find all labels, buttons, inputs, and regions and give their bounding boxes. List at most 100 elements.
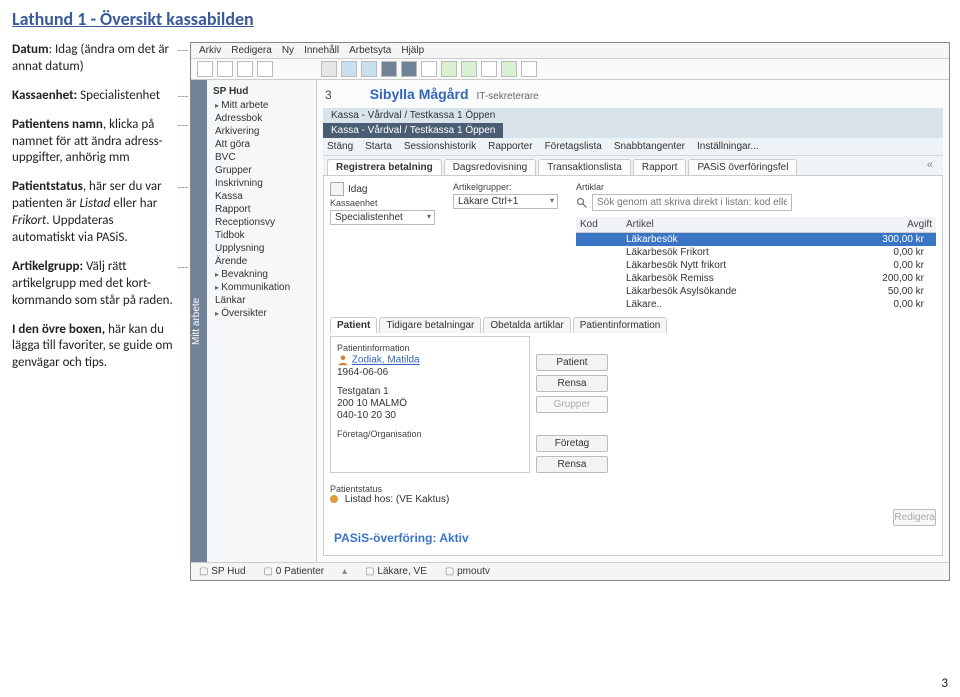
sub-stang[interactable]: Stäng (327, 141, 353, 152)
table-row[interactable]: Läkarbesök300,00 kr (576, 233, 936, 247)
tb-icon-13[interactable] (481, 61, 497, 77)
mitt-arbete-strip[interactable]: Mitt arbete (191, 80, 207, 562)
sidebar-item[interactable]: Inskrivning (209, 177, 314, 190)
btn-grupper[interactable]: Grupper (536, 396, 608, 413)
artiklar-table: Kod Artikel Avgift Läkarbesök300,00 krLä… (576, 217, 936, 311)
col-kod[interactable]: Kod (576, 217, 622, 233)
btn-redigera[interactable]: Redigera (893, 509, 936, 526)
tb-icon-3[interactable] (237, 61, 253, 77)
artiklar-search[interactable] (592, 194, 792, 211)
search-icon (576, 197, 588, 209)
note-kassaenhet: Kassaenhet: Specialistenhet (12, 88, 178, 105)
tb-icon-8[interactable] (381, 61, 397, 77)
patient-name[interactable]: Sibylla Mågård (370, 86, 469, 102)
worktab-1[interactable]: Kassa - Vårdval / Testkassa 1 Öppen (323, 108, 503, 123)
menu-ny[interactable]: Ny (282, 45, 294, 56)
table-row[interactable]: Läkarbesök Remiss200,00 kr (576, 272, 936, 285)
kassaenhet-select[interactable]: Specialistenhet (330, 210, 435, 225)
menu-arkiv[interactable]: Arkiv (199, 45, 221, 56)
sidebar-item[interactable]: Grupper (209, 164, 314, 177)
sidebar-item[interactable]: Receptionsvy (209, 216, 314, 229)
col-avgift[interactable]: Avgift (833, 217, 936, 233)
menu-arbetsyta[interactable]: Arbetsyta (349, 45, 391, 56)
subtab-dagsredovisning[interactable]: Dagsredovisning (444, 159, 537, 175)
collapse-icon[interactable]: « (927, 159, 939, 175)
table-row[interactable]: Läkarbesök Frikort0,00 kr (576, 246, 936, 259)
table-row[interactable]: Läkarbesök Asylsökande50,00 kr (576, 285, 936, 298)
sidebar-item[interactable]: Ärende (209, 255, 314, 268)
ptab-patient[interactable]: Patient (330, 317, 377, 333)
tb-icon-4[interactable] (257, 61, 273, 77)
sidebar-item[interactable]: Arkivering (209, 125, 314, 138)
sidebar-item[interactable]: Adressbok (209, 112, 314, 125)
tb-icon-15[interactable] (521, 61, 537, 77)
ptab-patientinfo[interactable]: Patientinformation (573, 317, 668, 333)
sidebar-item[interactable]: Att göra (209, 138, 314, 151)
menu-innehall[interactable]: Innehåll (304, 45, 339, 56)
menu-hjalp[interactable]: Hjälp (401, 45, 424, 56)
subtab-transaktionslista[interactable]: Transaktionslista (538, 159, 631, 175)
sub-snabbtangenter[interactable]: Snabbtangenter (614, 141, 685, 152)
artikelgrupper-label: Artikelgrupper: (453, 182, 558, 192)
tb-icon-6[interactable] (341, 61, 357, 77)
sub-installningar[interactable]: Inställningar... (697, 141, 759, 152)
ptab-obetalda[interactable]: Obetalda artiklar (483, 317, 570, 333)
sidebar-item[interactable]: Länkar (209, 294, 314, 307)
tb-icon-12[interactable] (461, 61, 477, 77)
sidebar-item[interactable]: Bevakning (209, 268, 314, 281)
tb-icon-10[interactable] (421, 61, 437, 77)
patient-phone: 040-10 20 30 (337, 410, 523, 421)
sidebar: SP Hud Mitt arbeteAdressbokArkiveringAtt… (207, 80, 317, 562)
tb-icon-11[interactable] (441, 61, 457, 77)
patient-addr1: Testgatan 1 (337, 386, 523, 397)
tb-icon-2[interactable] (217, 61, 233, 77)
sidebar-item[interactable]: Kassa (209, 190, 314, 203)
sidebar-item[interactable]: Rapport (209, 203, 314, 216)
sidebar-item[interactable]: Tidbok (209, 229, 314, 242)
status-dot-icon (330, 495, 338, 503)
person-icon (337, 354, 349, 366)
sub-sessionshistorik[interactable]: Sessionshistorik (404, 141, 476, 152)
tb-icon-14[interactable] (501, 61, 517, 77)
table-row[interactable]: Läkarbesök Nytt frikort0,00 kr (576, 259, 936, 272)
sidebar-item[interactable]: Kommunikation (209, 281, 314, 294)
patientinfo-box: Patientinformation Zodiak, Matilda 1964-… (330, 336, 530, 473)
btn-patient[interactable]: Patient (536, 354, 608, 371)
sidebar-item[interactable]: Upplysning (209, 242, 314, 255)
sub-rapporter[interactable]: Rapporter (488, 141, 532, 152)
patientstatus-label: Patientstatus (330, 484, 936, 494)
pinfo-head: Patientinformation (337, 343, 523, 353)
sub-starta[interactable]: Starta (365, 141, 392, 152)
status-patienter: 0 Patienter (264, 566, 325, 577)
sidebar-item[interactable]: BVC (209, 151, 314, 164)
calendar-icon[interactable] (330, 182, 344, 196)
subtab-pasisfel[interactable]: PASiS överföringsfel (688, 159, 797, 175)
statusbar: SP Hud 0 Patienter ▴ Läkare, VE pmoutv (191, 562, 949, 580)
table-row[interactable]: Läkare..0,00 kr (576, 298, 936, 311)
patient-link[interactable]: Zodiak, Matilda (352, 355, 420, 366)
sidebar-item[interactable]: Översikter (209, 307, 314, 320)
tb-icon-9[interactable] (401, 61, 417, 77)
note-patientnamn: Patientens namn, klicka på namnet för at… (12, 117, 178, 168)
sidebar-item[interactable]: Mitt arbete (209, 99, 314, 112)
ptab-tidigare[interactable]: Tidigare betalningar (379, 317, 481, 333)
work-tabs: Kassa - Vårdval / Testkassa 1 Öppen Kass… (323, 108, 943, 138)
menubar: Arkiv Redigera Ny Innehåll Arbetsyta Hjä… (191, 43, 949, 59)
tb-icon-7[interactable] (361, 61, 377, 77)
tb-icon-1[interactable] (197, 61, 213, 77)
col-artikel[interactable]: Artikel (622, 217, 833, 233)
note-patientstatus: Patientstatus, här ser du var patienten … (12, 179, 178, 247)
menu-redigera[interactable]: Redigera (231, 45, 272, 56)
btn-rensa-1[interactable]: Rensa (536, 375, 608, 392)
tb-icon-5[interactable] (321, 61, 337, 77)
subtab-registrera[interactable]: Registrera betalning (327, 159, 442, 175)
subtab-rapport[interactable]: Rapport (633, 159, 687, 175)
worktab-2[interactable]: Kassa - Vårdval / Testkassa 1 Öppen (323, 123, 503, 138)
sub-foretagslista[interactable]: Företagslista (545, 141, 602, 152)
artikelgrupper-select[interactable]: Läkare Ctrl+1 (453, 194, 558, 209)
btn-rensa-2[interactable]: Rensa (536, 456, 608, 473)
toolbar (191, 59, 949, 80)
btn-foretag[interactable]: Företag (536, 435, 608, 452)
page-number: 3 (941, 676, 948, 691)
patient-addr2: 200 10 MALMÖ (337, 398, 523, 409)
